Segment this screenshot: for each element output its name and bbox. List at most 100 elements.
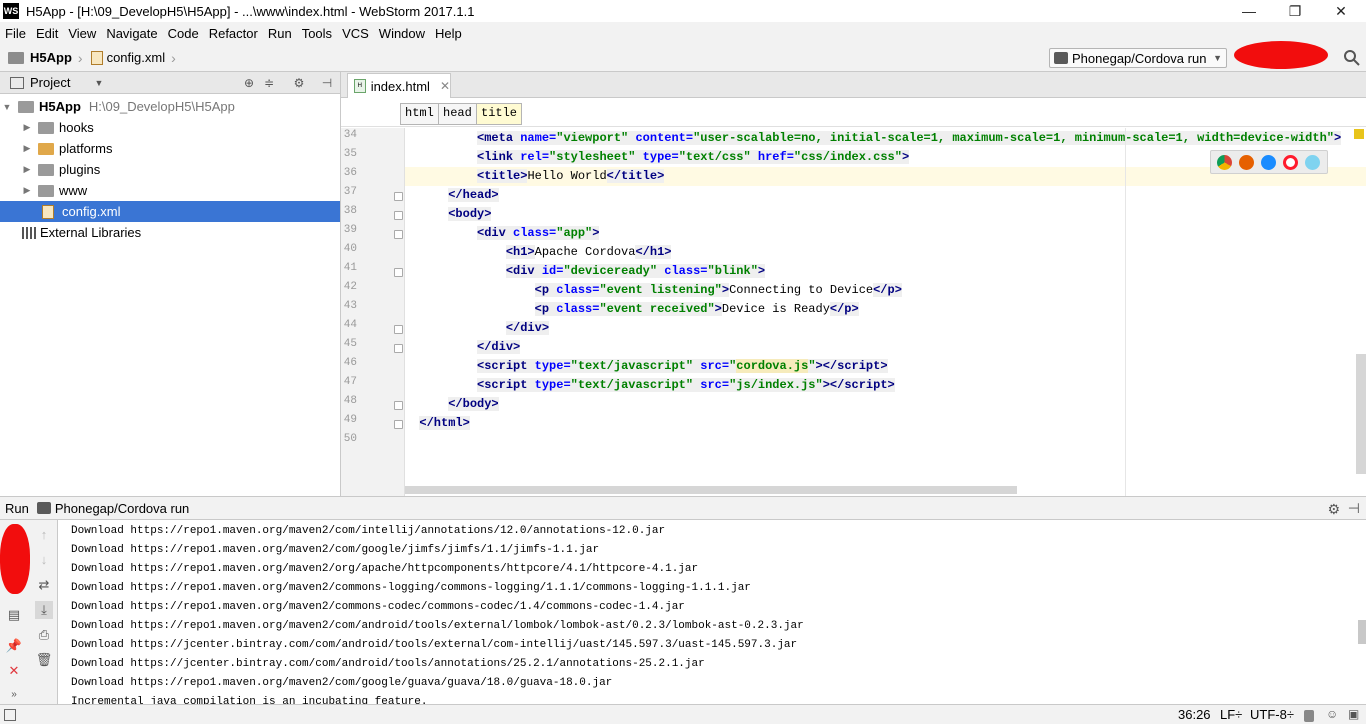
tree-item-label: plugins	[59, 162, 101, 177]
tree-item-www[interactable]: ▶ www	[0, 180, 340, 201]
chevron-down-icon[interactable]: ▼	[94, 78, 103, 88]
safari-icon[interactable]	[1261, 155, 1276, 170]
hide-panel-icon[interactable]: ⊣	[320, 76, 334, 90]
internet-explorer-icon[interactable]	[1305, 155, 1320, 170]
minimize-panel-icon[interactable]: ⊣	[1348, 500, 1360, 517]
editor-tab-bar: H index.html ✕	[341, 72, 1366, 98]
line-number: 42	[343, 281, 357, 293]
editor-vertical-scrollbar[interactable]	[1356, 354, 1366, 474]
event-log-icon[interactable]: ▣	[1348, 707, 1359, 721]
soft-wrap-icon[interactable]: ⇄	[35, 576, 53, 594]
cordova-icon	[1054, 52, 1068, 64]
cordova-icon	[36, 502, 51, 514]
inspector-icon[interactable]: ☺	[1326, 707, 1338, 721]
close-icon[interactable]: ✕	[5, 662, 23, 680]
line-number: 45	[343, 338, 357, 350]
code-line-45: </div>	[477, 340, 521, 354]
chevron-down-icon[interactable]: ▼	[0, 102, 14, 112]
code-editor[interactable]: <meta name="viewport" content="user-scal…	[405, 128, 1366, 496]
breadcrumb-title[interactable]: title	[476, 103, 523, 125]
line-separator[interactable]: LF÷	[1220, 707, 1242, 722]
menu-file[interactable]: File	[0, 26, 31, 41]
menu-tools[interactable]: Tools	[297, 26, 337, 41]
folder-icon	[8, 51, 24, 64]
run-panel-label[interactable]: Run	[5, 501, 29, 516]
console-scrollbar[interactable]	[1358, 620, 1366, 644]
print-icon[interactable]: ⎙	[35, 626, 53, 644]
warning-indicator-icon[interactable]	[1354, 129, 1364, 139]
line-number: 46	[343, 357, 357, 369]
fold-marker-icon[interactable]	[394, 211, 403, 220]
firefox-icon[interactable]	[1239, 155, 1254, 170]
run-config-tab[interactable]: Phonegap/Cordova run	[55, 501, 189, 516]
code-line-44: </div>	[505, 321, 550, 335]
fold-marker-icon[interactable]	[394, 268, 403, 277]
editor-horizontal-scrollbar[interactable]	[405, 486, 1017, 494]
file-encoding[interactable]: UTF-8÷	[1250, 707, 1294, 722]
tree-item-root[interactable]: ▼ H5App H:\09_DevelopH5\H5App	[0, 96, 340, 117]
restore-button[interactable]: ❐	[1272, 0, 1318, 22]
nav-crumb-file[interactable]: config.xml ›	[90, 50, 176, 66]
menu-view[interactable]: View	[63, 26, 101, 41]
run-console-output[interactable]: Download https://repo1.maven.org/maven2/…	[58, 520, 1366, 704]
chrome-icon[interactable]	[1217, 155, 1232, 170]
locate-icon[interactable]: ⊕	[242, 76, 256, 90]
minimize-button[interactable]: —	[1226, 0, 1272, 22]
collapse-all-icon[interactable]: ≑	[262, 76, 276, 90]
tree-item-hooks[interactable]: ▶ hooks	[0, 117, 340, 138]
menu-window[interactable]: Window	[374, 26, 430, 41]
lock-icon[interactable]	[1304, 710, 1314, 722]
gear-icon[interactable]: ⚙	[292, 76, 306, 90]
search-icon[interactable]	[1343, 49, 1361, 67]
code-line-48: </body>	[448, 397, 499, 411]
tab-index-html[interactable]: H index.html ✕	[347, 73, 451, 98]
menu-help[interactable]: Help	[430, 26, 467, 41]
tree-item-plugins[interactable]: ▶ plugins	[0, 159, 340, 180]
tree-item-label: www	[59, 183, 88, 198]
menu-code[interactable]: Code	[163, 26, 204, 41]
chevron-right-icon[interactable]: ▶	[20, 185, 34, 196]
fold-marker-icon[interactable]	[394, 344, 403, 353]
menu-navigate[interactable]: Navigate	[101, 26, 162, 41]
fold-marker-icon[interactable]	[394, 230, 403, 239]
chevron-right-icon[interactable]: ▶	[20, 164, 34, 175]
menu-refactor[interactable]: Refactor	[204, 26, 263, 41]
menu-edit[interactable]: Edit	[31, 26, 63, 41]
nav-crumb-project[interactable]: H5App ›	[8, 50, 83, 66]
gear-icon[interactable]: ⚙	[1327, 501, 1340, 518]
line-number: 37	[343, 186, 357, 198]
opera-icon[interactable]	[1283, 155, 1298, 170]
project-panel-title[interactable]: Project	[30, 75, 70, 90]
arrow-down-icon[interactable]: ↓	[35, 551, 53, 569]
tree-item-platforms[interactable]: ▶ platforms	[0, 138, 340, 159]
folder-icon	[18, 100, 34, 113]
code-line-41: <div id="deviceready" class="blink">	[505, 264, 766, 278]
run-config-dropdown[interactable]: Phonegap/Cordova run ▼	[1049, 48, 1227, 68]
scroll-to-end-icon[interactable]: ⤓	[35, 601, 53, 619]
tool-windows-toggle-icon[interactable]	[4, 709, 16, 721]
layout-icon[interactable]: ▤	[5, 606, 23, 624]
trash-icon[interactable]: 🗑	[35, 651, 53, 669]
fold-marker-icon[interactable]	[394, 420, 403, 429]
caret-position[interactable]: 36:26	[1178, 707, 1211, 722]
fold-marker-icon[interactable]	[394, 325, 403, 334]
arrow-up-icon[interactable]: ↑	[35, 526, 53, 544]
folder-icon	[38, 184, 54, 197]
pin-icon[interactable]: 📌	[5, 637, 23, 655]
tree-item-external-libraries[interactable]: External Libraries	[0, 222, 340, 243]
chevron-right-icon[interactable]: ▶	[20, 143, 34, 154]
close-button[interactable]: ✕	[1318, 0, 1364, 22]
menu-run[interactable]: Run	[263, 26, 297, 41]
fold-marker-icon[interactable]	[394, 192, 403, 201]
breadcrumb-html[interactable]: html	[400, 103, 439, 125]
close-icon[interactable]: ✕	[440, 79, 450, 93]
breadcrumb-head[interactable]: head	[438, 103, 477, 125]
more-icon[interactable]: »	[5, 686, 23, 704]
line-number: 34	[343, 129, 357, 141]
chevron-right-icon[interactable]: ▶	[20, 122, 34, 133]
fold-marker-icon[interactable]	[394, 401, 403, 410]
menu-vcs[interactable]: VCS	[337, 26, 374, 41]
tree-item-config-xml[interactable]: config.xml	[0, 201, 340, 222]
line-number: 50	[343, 433, 357, 445]
code-line-39: <div class="app">	[477, 226, 600, 240]
